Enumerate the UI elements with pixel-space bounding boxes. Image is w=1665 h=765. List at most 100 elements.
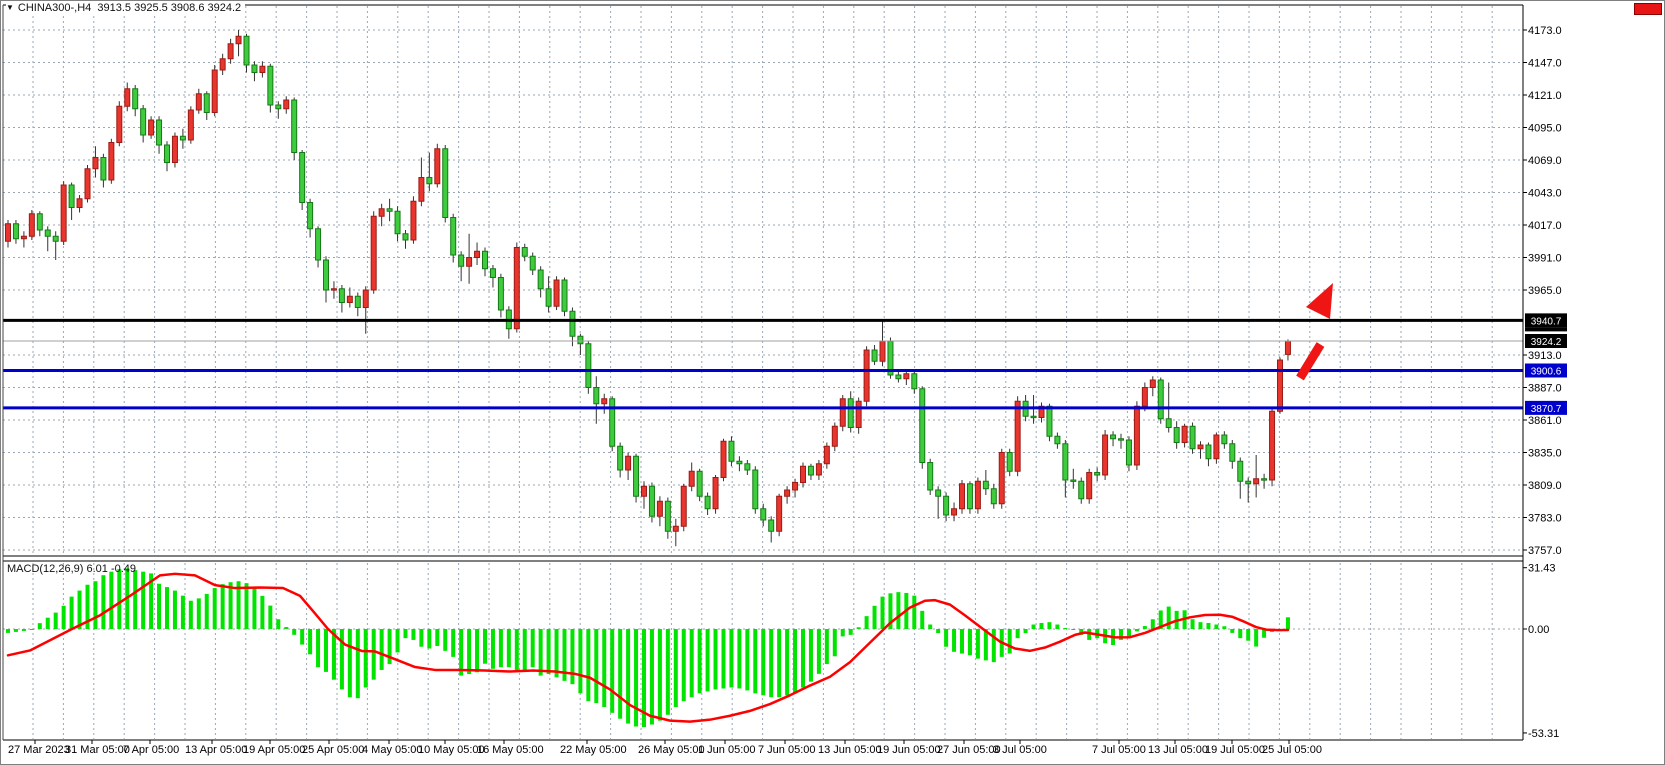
candle: [1285, 341, 1290, 354]
window-control-red[interactable]: [1634, 3, 1662, 15]
candle: [983, 481, 988, 489]
svg-text:3924.2: 3924.2: [1531, 337, 1562, 348]
svg-text:4147.0: 4147.0: [1528, 58, 1562, 70]
candle: [1055, 436, 1060, 444]
macd-name: MACD(12,26,9): [7, 563, 83, 575]
candle: [697, 471, 702, 496]
candle: [808, 466, 813, 475]
candle: [117, 106, 122, 142]
candle: [379, 209, 384, 217]
candle: [1270, 411, 1275, 480]
candle: [133, 89, 138, 109]
svg-text:3887.0: 3887.0: [1528, 383, 1562, 395]
svg-text:7 Jun 05:00: 7 Jun 05:00: [758, 744, 816, 756]
svg-text:3940.7: 3940.7: [1531, 316, 1562, 327]
candle: [1071, 480, 1076, 481]
trend-arrow[interactable]: [1300, 283, 1333, 378]
candle: [880, 341, 885, 361]
candle: [1222, 435, 1227, 444]
candle: [594, 388, 599, 404]
candle: [991, 489, 996, 504]
svg-text:1 Jun 05:00: 1 Jun 05:00: [698, 744, 756, 756]
candle: [816, 464, 821, 475]
svg-text:27 Jun 05:00: 27 Jun 05:00: [937, 744, 1001, 756]
svg-text:3991.0: 3991.0: [1528, 253, 1562, 265]
candle: [657, 501, 662, 516]
svg-text:4069.0: 4069.0: [1528, 155, 1562, 167]
candle: [920, 389, 925, 463]
candle: [602, 399, 607, 404]
svg-text:13 Apr 05:00: 13 Apr 05:00: [185, 744, 247, 756]
candle: [1142, 388, 1147, 407]
candle: [840, 399, 845, 427]
symbol-dropdown-icon[interactable]: ▼: [6, 3, 14, 12]
candle: [1150, 380, 1155, 388]
svg-text:3757.0: 3757.0: [1528, 545, 1562, 557]
svg-text:22 May 05:00: 22 May 05:00: [560, 744, 627, 756]
svg-text:-53.31: -53.31: [1528, 728, 1559, 740]
svg-text:3965.0: 3965.0: [1528, 285, 1562, 297]
ohlc-quote: 3913.5 3925.5 3908.6 3924.2: [97, 2, 241, 14]
candle: [1198, 445, 1203, 449]
candle: [276, 105, 281, 109]
candle: [1174, 428, 1179, 443]
svg-text:10 May 05:00: 10 May 05:00: [418, 744, 485, 756]
svg-text:3835.0: 3835.0: [1528, 448, 1562, 460]
candle: [284, 100, 289, 109]
candle: [1015, 401, 1020, 471]
candle: [316, 229, 321, 260]
svg-text:4 May 05:00: 4 May 05:00: [362, 744, 423, 756]
candle: [904, 374, 909, 379]
candle: [912, 374, 917, 389]
candle: [188, 110, 193, 140]
candle: [141, 109, 146, 135]
candle: [324, 260, 329, 290]
candle: [268, 66, 273, 105]
candle: [626, 456, 631, 470]
svg-text:19 Jul 05:00: 19 Jul 05:00: [1205, 744, 1265, 756]
candle: [864, 350, 869, 401]
candle: [180, 136, 185, 140]
candle: [1063, 444, 1068, 480]
candle: [1230, 444, 1235, 462]
candle: [1126, 440, 1131, 465]
candle: [220, 59, 225, 70]
candle: [538, 270, 543, 289]
candles-group[interactable]: [6, 30, 1291, 546]
candle: [427, 178, 432, 184]
candle: [975, 481, 980, 509]
candle: [570, 311, 575, 336]
candle: [1158, 380, 1163, 419]
candle: [801, 466, 806, 482]
candle: [793, 483, 798, 491]
candle: [769, 520, 774, 531]
candle: [1007, 453, 1012, 472]
candle: [928, 463, 933, 491]
candle: [260, 66, 265, 72]
svg-text:7 Jul 05:00: 7 Jul 05:00: [1092, 744, 1146, 756]
chart-title: ▼CHINA300-,H4 3913.5 3925.5 3908.6 3924.…: [6, 2, 245, 14]
svg-text:25 Apr 05:00: 25 Apr 05:00: [302, 744, 364, 756]
svg-text:4017.0: 4017.0: [1528, 220, 1562, 232]
candle: [673, 526, 678, 531]
candle: [347, 296, 352, 302]
candle: [1079, 481, 1084, 499]
candle: [29, 214, 34, 237]
candle: [93, 158, 98, 169]
candle: [761, 509, 766, 520]
svg-text:3783.0: 3783.0: [1528, 513, 1562, 525]
candle: [1262, 479, 1267, 480]
candle: [856, 401, 861, 427]
candle: [69, 185, 74, 208]
candle: [737, 461, 742, 464]
candle: [1190, 426, 1195, 449]
price-chart-canvas[interactable]: 4173.04147.04121.04095.04069.04043.04017…: [0, 0, 1665, 765]
candle: [236, 36, 241, 44]
candle: [960, 484, 965, 509]
candle: [999, 453, 1004, 504]
candle: [1238, 461, 1243, 481]
candle: [562, 280, 567, 311]
candle: [832, 426, 837, 446]
svg-text:4095.0: 4095.0: [1528, 123, 1562, 135]
candle: [459, 255, 464, 266]
